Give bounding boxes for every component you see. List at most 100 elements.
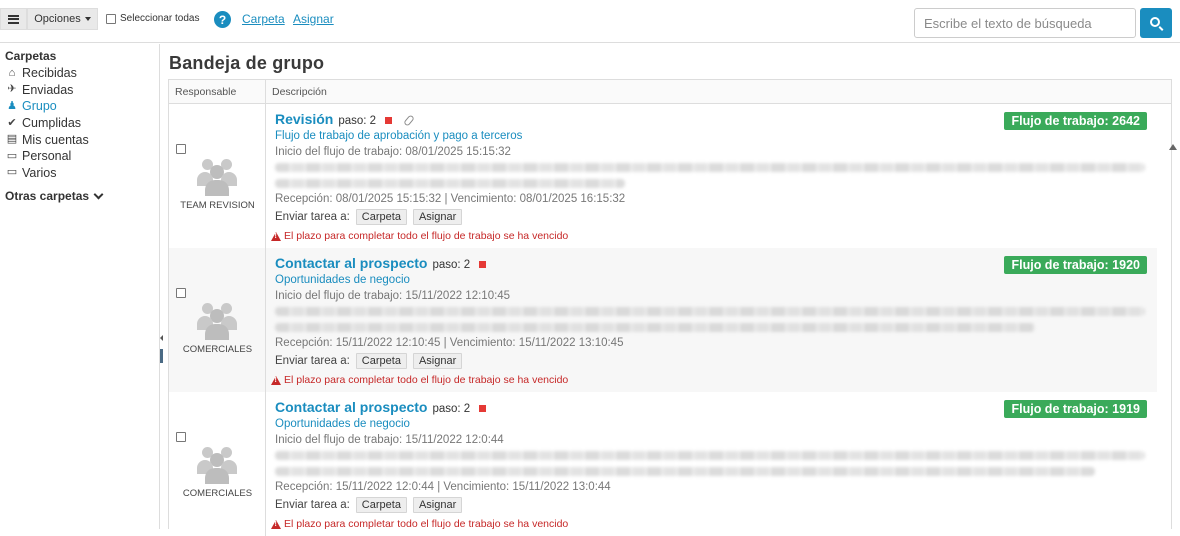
send-task-controls: Enviar tarea a: Carpeta Asignar bbox=[275, 209, 463, 225]
priority-square-icon bbox=[479, 261, 487, 268]
row-checkbox[interactable] bbox=[176, 288, 186, 298]
inbox-icon: ⌂ bbox=[8, 66, 16, 79]
overdue-warning: El plazo para completar todo el flujo de… bbox=[271, 518, 568, 530]
sidebar-item-label: Personal bbox=[22, 149, 72, 164]
workflow-name-link[interactable]: Oportunidades de negocio bbox=[275, 274, 410, 286]
task-title-line: Contactar al prospecto paso: 2 bbox=[275, 255, 487, 271]
overdue-warning-text: El plazo para completar todo el flujo de… bbox=[284, 230, 569, 242]
warning-icon bbox=[271, 375, 281, 385]
blurred-text bbox=[275, 307, 1145, 316]
hamburger-menu-button[interactable] bbox=[0, 8, 27, 30]
tasks-table: Responsable Descripción TEAM REVISION Re… bbox=[168, 79, 1177, 536]
caret-down-icon bbox=[84, 17, 91, 21]
group-icon: ♟ bbox=[7, 99, 17, 112]
other-folders-toggle[interactable]: Otras carpetas bbox=[5, 189, 159, 203]
blurred-text bbox=[275, 467, 1095, 476]
send-task-label: Enviar tarea a: bbox=[275, 499, 350, 511]
sidebar-collapse-handle[interactable] bbox=[158, 335, 163, 365]
responsible-cell: COMERCIALES bbox=[169, 392, 266, 536]
search-button[interactable] bbox=[1140, 8, 1172, 38]
send-to-assign-button[interactable]: Asignar bbox=[412, 209, 463, 225]
sidebar-item-recibidas[interactable]: ⌂ Recibidas bbox=[5, 65, 159, 82]
blurred-text bbox=[275, 451, 1145, 460]
send-to-assign-button[interactable]: Asignar bbox=[412, 353, 463, 369]
responsible-cell: COMERCIALES bbox=[169, 248, 266, 392]
chevron-down-icon bbox=[93, 189, 104, 200]
column-header-description[interactable]: Descripción bbox=[266, 80, 1171, 103]
check-circle-icon: ✔ bbox=[7, 116, 17, 129]
task-title-link[interactable]: Revisión bbox=[275, 111, 333, 127]
avatar-part bbox=[205, 468, 229, 484]
task-step: paso: 2 bbox=[432, 403, 471, 415]
sidebar-item-label: Varios bbox=[22, 165, 57, 180]
table-row[interactable]: COMERCIALES Contactar al prospecto paso:… bbox=[169, 392, 1157, 536]
responsible-name: COMERCIALES bbox=[182, 344, 253, 355]
search-input[interactable] bbox=[914, 8, 1136, 38]
select-all-control[interactable]: Seleccionar todas bbox=[106, 13, 200, 24]
send-to-folder-button[interactable]: Carpeta bbox=[355, 497, 407, 513]
sidebar-item-personal[interactable]: ▭ Personal bbox=[5, 148, 159, 165]
search-icon bbox=[1150, 17, 1160, 27]
row-checkbox[interactable] bbox=[176, 432, 186, 442]
sidebar-item-varios[interactable]: ▭ Varios bbox=[5, 165, 159, 182]
workflow-start-date: Inicio del flujo de trabajo: 15/11/2022 … bbox=[275, 290, 511, 302]
group-avatar-icon bbox=[197, 300, 237, 340]
avatar-part bbox=[205, 180, 229, 196]
responsible-name: COMERCIALES bbox=[182, 488, 253, 499]
task-step: paso: 2 bbox=[338, 115, 377, 127]
sidebar-item-enviadas[interactable]: ✈ Enviadas bbox=[5, 82, 159, 99]
sidebar-item-grupo[interactable]: ♟ Grupo bbox=[5, 98, 159, 115]
assign-link[interactable]: Asignar bbox=[293, 12, 334, 26]
address-card-icon: ▤ bbox=[6, 133, 18, 146]
task-title-line: Revisión paso: 2 bbox=[275, 111, 415, 127]
workflow-name-link[interactable]: Flujo de trabajo de aprobación y pago a … bbox=[275, 130, 522, 142]
folders-list: ⌂ Recibidas ✈ Enviadas ♟ Grupo ✔ Cumplidas ▤ Mis … bbox=[5, 65, 159, 181]
top-toolbar: Opciones Seleccionar todas ? Carpeta Asi… bbox=[0, 0, 1180, 43]
sidebar-item-label: Cumplidas bbox=[22, 116, 82, 131]
group-avatar-icon bbox=[197, 444, 237, 484]
task-title-line: Contactar al prospecto paso: 2 bbox=[275, 399, 487, 415]
table-row[interactable]: COMERCIALES Contactar al prospecto paso:… bbox=[169, 248, 1157, 392]
workflow-badge[interactable]: Flujo de trabajo: 1919 bbox=[1004, 400, 1147, 418]
description-cell: Contactar al prospecto paso: 2 Flujo de … bbox=[271, 392, 1157, 536]
workflow-badge[interactable]: Flujo de trabajo: 1920 bbox=[1004, 256, 1147, 274]
priority-square-icon bbox=[479, 405, 487, 412]
folder-link[interactable]: Carpeta bbox=[242, 12, 285, 26]
column-header-responsible[interactable]: Responsable bbox=[169, 80, 266, 103]
send-task-controls: Enviar tarea a: Carpeta Asignar bbox=[275, 353, 463, 369]
table-row[interactable]: TEAM REVISION Revisión paso: 2 Flujo de … bbox=[169, 104, 1157, 248]
select-all-checkbox[interactable] bbox=[106, 13, 116, 24]
options-dropdown-button[interactable]: Opciones bbox=[27, 8, 98, 30]
description-cell: Revisión paso: 2 Flujo de trabajo: 2642 … bbox=[271, 104, 1157, 248]
responsible-name: TEAM REVISION bbox=[180, 200, 255, 211]
help-icon[interactable]: ? bbox=[214, 11, 231, 28]
select-all-label: Seleccionar todas bbox=[120, 13, 200, 24]
send-to-folder-button[interactable]: Carpeta bbox=[355, 209, 407, 225]
sidebar-item-cumplidas[interactable]: ✔ Cumplidas bbox=[5, 115, 159, 132]
row-checkbox[interactable] bbox=[176, 144, 186, 154]
workflow-start-date: Inicio del flujo de trabajo: 15/11/2022 … bbox=[275, 434, 504, 446]
workflow-start-date: Inicio del flujo de trabajo: 08/01/2025 … bbox=[275, 146, 511, 158]
send-to-assign-button[interactable]: Asignar bbox=[412, 497, 463, 513]
task-title-link[interactable]: Contactar al prospecto bbox=[275, 399, 427, 415]
send-task-label: Enviar tarea a: bbox=[275, 211, 350, 223]
send-to-folder-button[interactable]: Carpeta bbox=[355, 353, 407, 369]
main-panel: Bandeja de grupo Responsable Descripción… bbox=[168, 44, 1177, 536]
scroll-up-arrow-icon[interactable] bbox=[1169, 144, 1177, 150]
send-icon: ✈ bbox=[7, 83, 17, 96]
warning-icon bbox=[271, 231, 281, 241]
reception-due-dates: Recepción: 15/11/2022 12:10:45 | Vencimi… bbox=[275, 337, 624, 349]
overdue-warning-text: El plazo para completar todo el flujo de… bbox=[284, 374, 569, 386]
task-title-link[interactable]: Contactar al prospecto bbox=[275, 255, 427, 271]
sidebar-item-label: Recibidas bbox=[22, 66, 77, 81]
avatar-part bbox=[205, 324, 229, 340]
resize-grip[interactable] bbox=[160, 349, 163, 363]
table-header: Responsable Descripción bbox=[169, 80, 1171, 104]
sidebar-item-label: Enviadas bbox=[22, 82, 74, 97]
reception-due-dates: Recepción: 15/11/2022 12:0:44 | Vencimie… bbox=[275, 481, 611, 493]
workflow-badge[interactable]: Flujo de trabajo: 2642 bbox=[1004, 112, 1147, 130]
workflow-name-link[interactable]: Oportunidades de negocio bbox=[275, 418, 410, 430]
paperclip-icon[interactable] bbox=[403, 114, 415, 127]
folder-icon: ▭ bbox=[6, 166, 18, 179]
sidebar-item-mis-cuentas[interactable]: ▤ Mis cuentas bbox=[5, 131, 159, 148]
